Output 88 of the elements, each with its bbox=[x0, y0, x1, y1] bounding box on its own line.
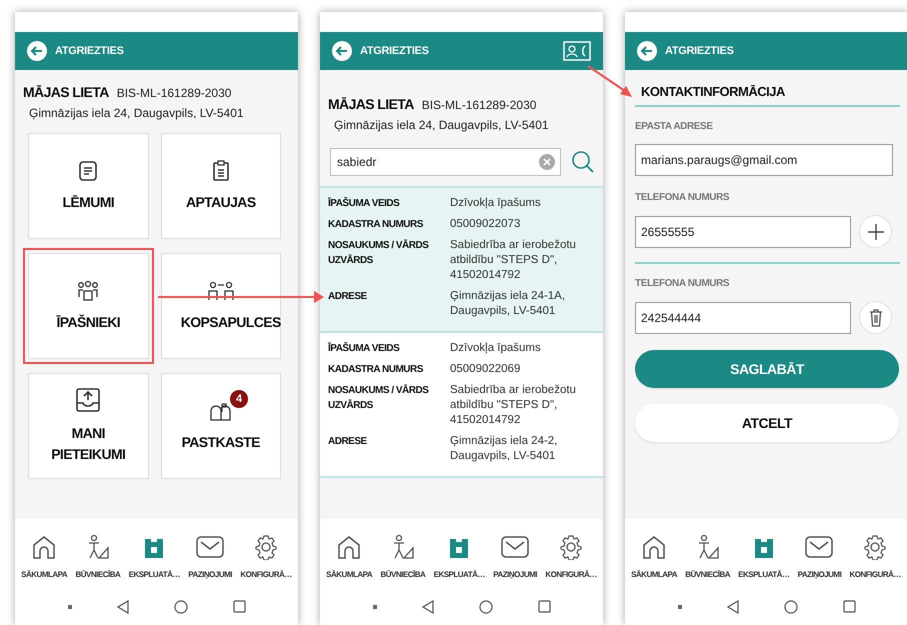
add-button[interactable] bbox=[859, 215, 892, 248]
menu-tile[interactable]: APTAUJAS bbox=[160, 133, 281, 239]
meeting-people-icon bbox=[206, 280, 235, 302]
home-icon bbox=[641, 534, 668, 560]
notification-badge: 4 bbox=[230, 390, 248, 408]
field-value: Ģimnāzijas iela 24-1A, Daugavpils, LV-5401 bbox=[450, 289, 566, 319]
pointer-arrow bbox=[587, 65, 632, 97]
home-icon bbox=[31, 534, 58, 560]
nav-tab[interactable]: SĀKUMLAPA bbox=[631, 534, 678, 579]
recent-apps-icon[interactable] bbox=[232, 600, 246, 613]
menu-tile[interactable]: LĒMUMI bbox=[28, 133, 148, 239]
field-value: Sabiedrība ar ierobežotu atbildību "STEPS D", 41502014792 bbox=[450, 238, 577, 283]
field-value: Dzīvokļa īpašums bbox=[450, 341, 542, 356]
input-field[interactable]: 242544444 bbox=[635, 302, 851, 334]
save-button[interactable]: SAGLABĀT bbox=[635, 350, 899, 388]
menu-tile[interactable]: KOPSAPULCES bbox=[160, 253, 281, 359]
cancel-button[interactable]: ATCELT bbox=[635, 404, 899, 442]
delete-button[interactable] bbox=[859, 301, 892, 334]
field-label: ĪPAŠUMA VEIDS bbox=[328, 196, 400, 211]
back-triangle-icon[interactable] bbox=[422, 600, 434, 614]
home-circle-icon[interactable] bbox=[478, 600, 492, 614]
field-value: 05009022073 bbox=[450, 217, 522, 232]
nav-tab[interactable]: PAZIŅOJUMI bbox=[188, 534, 232, 579]
nav-tab[interactable]: KONFIGURĀ… bbox=[849, 534, 901, 579]
nav-tab[interactable]: EKSPLUATĀ… bbox=[738, 534, 790, 579]
result-card[interactable]: ĪPAŠUMA VEIDS Dzīvokļa īpašums KADASTRA NUMURS 05009022069 NOSAUKUMS / VĀRDS UZVĀRDS Sabiedrība ar ierobežotu atbildību "STEPS D", 41502014792 ADRESE Ģimnāzijas iela 24-2, Daugavpils, LV-5401 bbox=[320, 333, 603, 478]
section-title: KONTAKTINFORMĀCIJA bbox=[635, 84, 900, 107]
back-button[interactable]: ATGRIEZTIES bbox=[332, 41, 429, 61]
settings-icon bbox=[862, 534, 888, 560]
nav-tab[interactable]: PAZIŅOJUMI bbox=[493, 534, 537, 579]
people-group-icon bbox=[76, 280, 100, 302]
home-icon bbox=[336, 534, 362, 560]
input-field[interactable]: marians.paraugs@gmail.com bbox=[635, 144, 893, 176]
field-label: TELEFONA NUMURS bbox=[635, 192, 730, 203]
recent-apps-icon[interactable] bbox=[538, 600, 550, 613]
settings-icon bbox=[253, 534, 280, 560]
search-field[interactable]: sabiedr bbox=[330, 148, 561, 176]
document-icon bbox=[77, 160, 100, 182]
menu-tile[interactable]: 4 PASTKASTE bbox=[160, 373, 281, 479]
menu-tile[interactable]: MANI PIETEIKUMI bbox=[28, 373, 148, 479]
nav-tab[interactable]: BŪVNIECĪBA bbox=[76, 534, 120, 579]
field-value: Sabiedrība ar ierobežotu atbildību "STEPS D", 41502014792 bbox=[450, 383, 577, 428]
nav-tab[interactable]: BŪVNIECĪBA bbox=[685, 534, 730, 579]
case-number: BIS-ML-161289-2030 bbox=[116, 86, 232, 100]
back-triangle-icon[interactable] bbox=[116, 600, 128, 614]
nav-tab[interactable]: EKSPLUATĀ… bbox=[128, 534, 180, 579]
case-title: MĀJAS LIETA bbox=[23, 84, 109, 100]
nav-tab[interactable]: KONFIGURĀ… bbox=[545, 534, 597, 579]
nav-tab[interactable]: SĀKUMLAPA bbox=[326, 534, 372, 579]
plus-icon bbox=[866, 222, 884, 240]
search-icon[interactable] bbox=[571, 150, 595, 174]
result-card[interactable]: ĪPAŠUMA VEIDS Dzīvokļa īpašums KADASTRA NUMURS 05009022073 NOSAUKUMS / VĀRDS UZVĀRDS Sabiedrība ar ierobežotu atbildību "STEPS D", 41502014792 ADRESE Ģimnāzijas iela 24-1A, Daugavpils, LV-5401 bbox=[320, 188, 603, 333]
upload-tray-icon bbox=[75, 387, 102, 413]
trash-icon bbox=[868, 308, 882, 326]
nav-tab[interactable]: BŪVNIECĪBA bbox=[380, 534, 426, 579]
home-circle-icon[interactable] bbox=[784, 600, 798, 614]
contact-card-icon[interactable] bbox=[563, 41, 591, 61]
nav-tab[interactable]: KONFIGURĀ… bbox=[240, 534, 292, 579]
settings-icon bbox=[558, 534, 584, 560]
field-value: 05009022069 bbox=[450, 362, 522, 377]
case-address: Ģimnāzijas iela 24, Daugavpils, LV-5401 bbox=[28, 106, 245, 120]
menu-tile[interactable]: ĪPAŠNIEKI bbox=[28, 253, 148, 359]
input-field[interactable]: 26555555 bbox=[635, 216, 851, 248]
nav-tab[interactable]: EKSPLUATĀ… bbox=[434, 534, 485, 579]
field-label: KADASTRA NUMURS bbox=[328, 363, 424, 377]
field-label: ADRESE bbox=[328, 435, 368, 449]
field-label: ADRESE bbox=[328, 290, 368, 304]
case-number: BIS-ML-161289-2030 bbox=[422, 98, 536, 112]
field-label: ĪPAŠUMA VEIDS bbox=[328, 341, 400, 356]
recent-apps-icon[interactable] bbox=[842, 600, 856, 613]
nav-tab[interactable]: SĀKUMLAPA bbox=[21, 534, 68, 579]
nav-tab[interactable]: PAZIŅOJUMI bbox=[798, 534, 842, 579]
field-label: NOSAUKUMS / VĀRDS UZVĀRDS bbox=[328, 384, 430, 413]
case-title: MĀJAS LIETA bbox=[328, 96, 414, 112]
field-label: EPASTA ADRESE bbox=[635, 121, 714, 132]
field-value: Ģimnāzijas iela 24-2, Daugavpils, LV-5401 bbox=[450, 434, 558, 464]
field-value: Dzīvokļa īpašums bbox=[450, 196, 542, 211]
home-circle-icon[interactable] bbox=[174, 600, 188, 614]
field-label: TELEFONA NUMURS bbox=[635, 278, 730, 289]
field-label: KADASTRA NUMURS bbox=[328, 218, 424, 232]
envelope-icon bbox=[195, 534, 226, 560]
envelope-icon bbox=[500, 534, 530, 560]
case-address: Ģimnāzijas iela 24, Daugavpils, LV-5401 bbox=[333, 118, 550, 132]
back-button[interactable]: ATGRIEZTIES bbox=[27, 41, 124, 61]
envelope-icon bbox=[804, 534, 834, 560]
back-button[interactable]: ATGRIEZTIES bbox=[637, 41, 734, 61]
field-label: NOSAUKUMS / VĀRDS UZVĀRDS bbox=[328, 238, 430, 268]
back-triangle-icon[interactable] bbox=[726, 600, 738, 614]
